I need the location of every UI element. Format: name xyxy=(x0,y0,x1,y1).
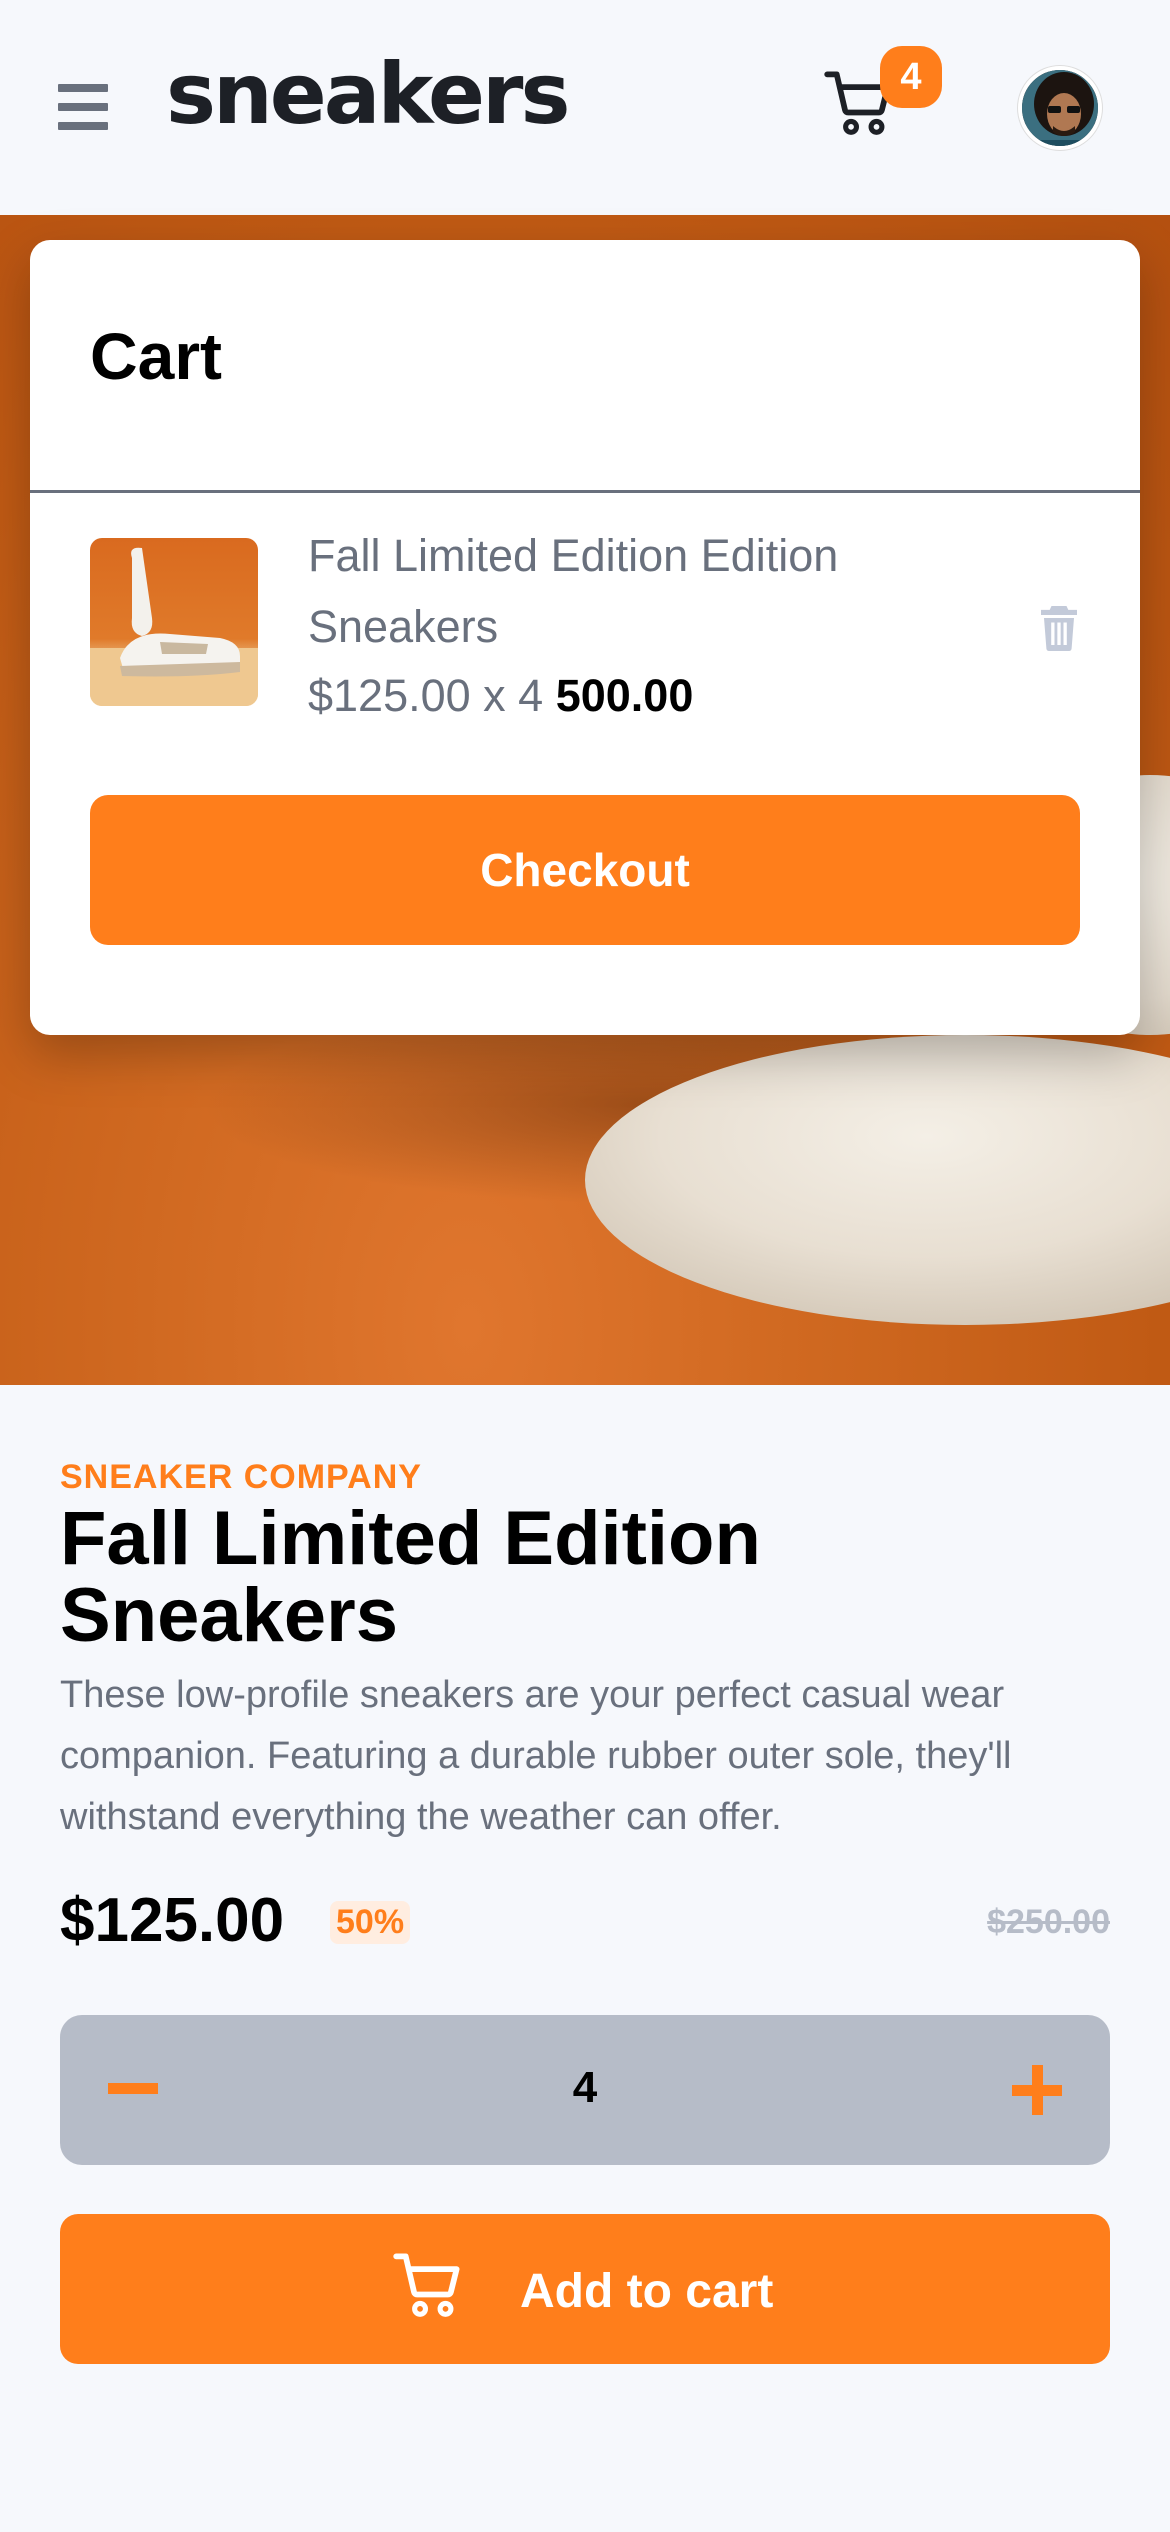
cart-title: Cart xyxy=(90,319,223,393)
cart-item-unit-price: $125.00 x 4 xyxy=(308,670,544,721)
cart-popover: Cart Fall Limited Edition Edition Sneake… xyxy=(30,240,1140,1035)
company-label: SNEAKER COMPANY xyxy=(60,1458,422,1496)
cart-divider xyxy=(30,490,1140,493)
quantity-value: 4 xyxy=(572,2063,598,2112)
avatar[interactable] xyxy=(1018,66,1102,150)
quantity-stepper: 4 xyxy=(60,2015,1110,2165)
cart-icon xyxy=(390,2250,466,2320)
plus-icon[interactable] xyxy=(1010,2061,1070,2121)
trash-icon[interactable] xyxy=(1038,602,1080,652)
menu-icon[interactable] xyxy=(58,84,108,130)
cart-item-total: 500.00 xyxy=(555,670,694,721)
current-price: $125.00 xyxy=(60,1886,285,1955)
product-page: sneakers 4 Cart Fall Limited Edition Edi… xyxy=(0,0,1170,2532)
checkout-button[interactable]: Checkout xyxy=(90,795,1080,945)
product-title: Fall Limited Edition Sneakers xyxy=(60,1496,761,1658)
add-to-cart-button[interactable]: Add to cart xyxy=(60,2214,1110,2364)
logo[interactable]: sneakers xyxy=(166,52,570,136)
cart-item-name: Fall Limited Edition Edition Sneakers xyxy=(308,530,839,652)
header: sneakers 4 xyxy=(0,0,1170,215)
product-description: These low-profile sneakers are your perf… xyxy=(60,1674,1012,1838)
discount-badge: 50% xyxy=(330,1901,411,1944)
cart-item-thumbnail xyxy=(90,538,258,706)
cart-item-price: $125.00 x 4 500.00 xyxy=(308,670,693,722)
add-to-cart-label: Add to cart xyxy=(520,2265,774,2318)
cart-count-badge: 4 xyxy=(880,46,942,108)
original-price: $250.00 xyxy=(987,1903,1110,1941)
